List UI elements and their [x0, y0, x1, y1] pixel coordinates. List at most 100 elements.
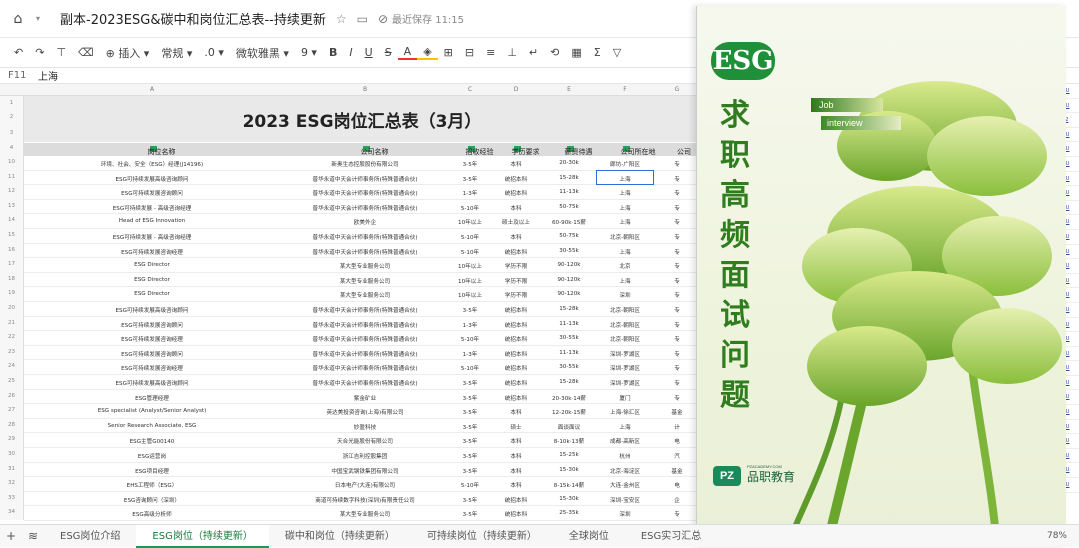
table-cell[interactable]: ESG可持续发展高级咨询顾问	[24, 306, 280, 314]
table-cell[interactable]: 某大型专业服务公司	[280, 262, 450, 270]
clear-format-icon[interactable]: ⌫	[72, 46, 100, 59]
rotate-icon[interactable]: ⟲	[544, 46, 565, 59]
table-row[interactable]: 环境、社会、安全（ESG）经理(J14196) 新奥生态控股股份有限公司 3-5年本…	[24, 156, 700, 171]
row-number[interactable]: 23	[0, 344, 24, 360]
table-cell[interactable]: 硕士及以上	[490, 218, 542, 226]
table-row[interactable]: ESG高级分析师 某大型专业服务公司 3-5年 统招本科 25-35k 深圳专	[24, 506, 700, 521]
table-cell[interactable]: 10年以上	[450, 291, 490, 299]
table-cell[interactable]: 电	[654, 481, 700, 489]
column-letter[interactable]: B	[280, 86, 450, 93]
column-letter[interactable]: E	[542, 86, 596, 93]
table-cell[interactable]: 3-5年	[450, 175, 490, 183]
table-cell[interactable]: 专	[654, 350, 700, 358]
table-cell[interactable]: 统招本科	[490, 335, 542, 343]
table-cell[interactable]: 5-10年	[450, 335, 490, 343]
sheet-tab[interactable]: ESG岗位介绍	[44, 525, 136, 548]
row-number[interactable]: 4	[0, 142, 24, 155]
table-cell[interactable]: 北京-朝阳区	[596, 321, 654, 329]
table-cell[interactable]: 普华永道中天会计师事务所(特殊普通合伙)	[280, 379, 450, 387]
row-number[interactable]: 34	[0, 505, 24, 520]
selected-cell[interactable]	[596, 170, 654, 185]
table-cell[interactable]: 企	[654, 496, 700, 504]
table-row[interactable]: Head of ESG Innovation 欧美外企 10年以上 硕士及以上 60-9…	[24, 214, 700, 229]
table-cell[interactable]: 普华永道中天会计师事务所(特殊普通合伙)	[280, 350, 450, 358]
table-cell[interactable]: 10年以上	[450, 277, 490, 285]
table-cell[interactable]: 15-28k	[542, 306, 596, 312]
fill-color-icon[interactable]: ◈	[417, 45, 438, 60]
table-cell[interactable]: 妙盈科技	[280, 423, 450, 431]
table-cell[interactable]: 3-5年	[450, 496, 490, 504]
table-cell[interactable]: 15-30k	[542, 467, 596, 473]
table-row[interactable]: ESG主管G00140 天合光能股份有限公司 3-5年 本科 8-10k·13薪 成都-高…	[24, 433, 700, 448]
table-cell[interactable]: 专	[654, 248, 700, 256]
zoom-level[interactable]: 78%	[1047, 531, 1079, 541]
underline-icon[interactable]: U	[359, 46, 379, 59]
row-number[interactable]: 30	[0, 447, 24, 462]
table-cell[interactable]: 专	[654, 262, 700, 270]
row-number[interactable]: 10	[0, 155, 24, 170]
document-title[interactable]: 副本-2023ESG&碳中和岗位汇总表--持续更新	[60, 9, 326, 28]
row-number[interactable]: 17	[0, 257, 24, 272]
table-cell[interactable]: ESG Director	[24, 277, 280, 283]
table-cell[interactable]: 深圳-罗湖区	[596, 379, 654, 387]
table-cell[interactable]: 3-5年	[450, 379, 490, 387]
table-cell[interactable]: 深圳-罗湖区	[596, 350, 654, 358]
table-cell[interactable]: EHS工程师（ESG）	[24, 481, 280, 489]
sheet-tab[interactable]: ESG岗位（持续更新）	[136, 524, 269, 548]
table-cell[interactable]: 11-13k	[542, 189, 596, 195]
redo-icon[interactable]: ↷	[29, 46, 50, 59]
table-cell[interactable]: 50-75k	[542, 233, 596, 239]
table-row[interactable]: ESG可持续发展咨询顾问 普华永道中天会计师事务所(特殊普通合伙) 1-3年 统招本科…	[24, 346, 700, 361]
table-cell[interactable]: 上海	[596, 277, 654, 285]
table-cell[interactable]: 北京-朝阳区	[596, 335, 654, 343]
column-letter[interactable]: D	[490, 86, 542, 93]
table-cell[interactable]: 成都-高新区	[596, 437, 654, 445]
table-cell[interactable]: 基金	[654, 467, 700, 475]
table-cell[interactable]: 普华永道中天会计师事务所(特殊普通合伙)	[280, 364, 450, 372]
row-number[interactable]: 24	[0, 359, 24, 374]
table-cell[interactable]: 5-10年	[450, 204, 490, 212]
add-sheet-icon[interactable]: +	[0, 529, 22, 543]
row-number[interactable]: 32	[0, 476, 24, 491]
table-cell[interactable]: 普华永道中天会计师事务所(特殊普通合伙)	[280, 248, 450, 256]
sheet-tab[interactable]: 可持续岗位（持续更新）	[411, 525, 553, 548]
row-number[interactable]: 33	[0, 490, 24, 506]
column-letter[interactable]: A	[24, 86, 280, 93]
table-cell[interactable]: 汽	[654, 452, 700, 460]
table-cell[interactable]: 专	[654, 364, 700, 372]
table-cell[interactable]: 统招本科	[490, 189, 542, 197]
table-cell[interactable]: ESG可持续发展 - 高级咨询经理	[24, 233, 280, 241]
table-cell[interactable]: 基金	[654, 408, 700, 416]
table-cell[interactable]: 普华永道中天会计师事务所(特殊普通合伙)	[280, 204, 450, 212]
table-cell[interactable]: 某大型专业服务公司	[280, 291, 450, 299]
table-cell[interactable]: 1-3年	[450, 321, 490, 329]
row-number[interactable]: 15	[0, 228, 24, 243]
row-number[interactable]: 27	[0, 403, 24, 418]
table-cell[interactable]: 学历不限	[490, 262, 542, 270]
table-cell[interactable]: 普华永道中天会计师事务所(特殊普通合伙)	[280, 321, 450, 329]
strikethrough-icon[interactable]: S	[379, 46, 398, 59]
table-cell[interactable]: 专	[654, 175, 700, 183]
table-cell[interactable]: 面谈面议	[542, 423, 596, 431]
table-cell[interactable]: 15-28k	[542, 175, 596, 181]
table-cell[interactable]: 3-5年	[450, 423, 490, 431]
table-cell[interactable]: 普华永道中天会计师事务所(特殊普通合伙)	[280, 335, 450, 343]
table-cell[interactable]: 统招本科	[490, 379, 542, 387]
align-icon[interactable]: ≡	[480, 46, 501, 59]
table-cell[interactable]: 专	[654, 321, 700, 329]
table-cell[interactable]: 90-120k	[542, 262, 596, 268]
insert-button[interactable]: ⊕ 插入 ▾	[100, 45, 156, 61]
table-cell[interactable]: ESG管理经理	[24, 394, 280, 402]
table-cell[interactable]: 本科	[490, 481, 542, 489]
table-cell[interactable]: 专	[654, 277, 700, 285]
header-cell[interactable]: 薪资待遇	[542, 145, 596, 156]
folder-icon[interactable]: ▭	[357, 12, 368, 26]
table-cell[interactable]: 专	[654, 233, 700, 241]
header-cell[interactable]: 岗位名称	[24, 145, 280, 156]
home-icon[interactable]: ⌂	[0, 11, 36, 27]
table-cell[interactable]: ESG运营岗	[24, 452, 280, 460]
font-color-icon[interactable]: A	[397, 45, 418, 60]
table-cell[interactable]: ESG咨询顾问（深圳）	[24, 496, 280, 504]
table-cell[interactable]: 专	[654, 218, 700, 226]
table-cell[interactable]: ESG specialist (Analyst/Senior Analyst)	[24, 408, 280, 414]
